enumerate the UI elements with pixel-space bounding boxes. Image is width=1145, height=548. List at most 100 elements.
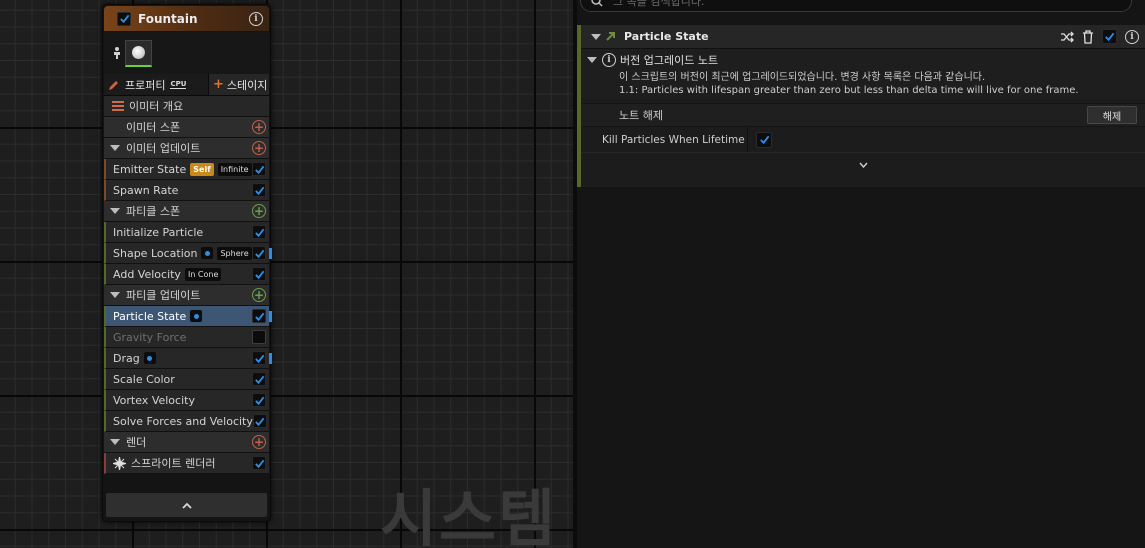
module-enabled-checkbox[interactable] [252,372,266,386]
module-enabled-checkbox[interactable] [252,330,266,344]
shuffle-icon[interactable] [1060,31,1074,43]
kill-particles-row: Kill Particles When Lifetime [581,127,1145,153]
node-header[interactable]: Fountain i [104,6,269,31]
collapse-node-button[interactable] [106,493,267,517]
module-label: Scale Color [113,372,175,386]
module-enabled-checkbox[interactable] [252,225,266,239]
module-gravity-force[interactable]: Gravity Force [104,327,269,348]
info-icon[interactable]: i [1125,29,1139,44]
add-emitter-update-icon[interactable]: + [252,141,266,155]
module-initialize-particle[interactable]: Initialize Particle [104,222,269,243]
search-placeholder: 그 속을 검색합니다. [613,0,705,8]
dismiss-button[interactable]: 해제 [1087,106,1137,124]
kill-particles-checkbox[interactable] [756,131,772,148]
particle-spawn-section[interactable]: 파티클 스폰 + [104,201,269,222]
trash-icon[interactable] [1082,29,1094,44]
modified-marker [269,311,272,322]
module-enabled-checkbox[interactable] [252,393,266,407]
module-label: Vortex Velocity [113,393,195,407]
add-renderer-icon[interactable]: + [252,435,266,449]
person-icon [114,47,120,59]
details-panel: 그 속을 검색합니다. Particle State i i 버전 업그레이드 … [577,0,1145,548]
module-enabled-checkbox[interactable] [252,267,266,281]
add-particle-spawn-icon[interactable]: + [252,204,266,218]
module-enabled-checkbox[interactable] [252,162,266,176]
module-enabled-checkbox[interactable] [1102,29,1117,44]
chevron-up-icon [181,502,192,509]
render-label: 렌더 [126,436,147,449]
dot-icon [143,352,156,364]
emitter-spawn-section[interactable]: 이미터 스폰 + [104,117,269,138]
collapse-triangle-icon[interactable] [110,208,120,214]
module-enabled-checkbox[interactable] [252,351,266,365]
collapse-triangle-icon[interactable] [591,33,601,40]
shape-badge: Sphere [217,246,252,260]
module-drag[interactable]: Drag [104,348,272,369]
module-particle-state[interactable]: Particle State [104,306,272,327]
tab-stage[interactable]: + 스테이지 [208,74,269,95]
module-scale-color[interactable]: Scale Color [104,369,269,390]
module-shape-location[interactable]: Shape Location Sphere [104,243,272,264]
upgrade-notes-title: 버전 업그레이드 노트 [620,54,719,67]
particle-update-label: 파티클 업데이트 [126,289,201,302]
module-enabled-checkbox[interactable] [252,246,266,260]
module-enabled-checkbox[interactable] [252,456,266,470]
module-label: Emitter State [113,162,187,176]
kill-particles-label: Kill Particles When Lifetime [581,127,748,152]
info-icon: i [602,53,616,67]
module-label: Particle State [113,309,187,323]
emitter-update-section[interactable]: 이미터 업데이트 + [104,138,269,159]
emitter-summary-label: 이미터 개요 [129,100,184,113]
modified-marker [269,248,272,259]
arrow-icon [606,32,615,41]
emitter-spawn-label: 이미터 스폰 [126,121,181,134]
particle-spawn-label: 파티클 스폰 [126,205,181,218]
module-label: Drag [113,351,140,365]
list-icon [112,101,124,111]
emitter-summary-row[interactable]: 이미터 개요 [104,96,269,117]
particle-state-header[interactable]: Particle State i [581,25,1145,49]
emitter-node[interactable]: Fountain i 프로퍼티 CPU + 스테이지 이미터 개요 이미터 스폰… [102,4,272,522]
module-emitter-state[interactable]: Emitter State Self Infinite [104,159,269,180]
info-icon[interactable]: i [249,11,263,26]
module-sprite-renderer[interactable]: 스프라이트 렌더러 [104,453,269,474]
collapse-triangle-icon[interactable] [110,292,120,298]
render-section[interactable]: 렌더 + [104,432,269,453]
node-tabbar: 프로퍼티 CPU + 스테이지 [104,74,269,96]
system-watermark: 시스템 [380,482,558,548]
module-label: Initialize Particle [113,225,204,239]
module-enabled-checkbox[interactable] [252,309,266,323]
self-badge: Self [190,162,214,176]
module-spawn-rate[interactable]: Spawn Rate [104,180,269,201]
add-particle-update-icon[interactable]: + [252,288,266,302]
module-enabled-checkbox[interactable] [252,183,266,197]
add-emitter-spawn-icon[interactable]: + [252,120,266,134]
search-input[interactable]: 그 속을 검색합니다. [580,0,1132,12]
module-add-velocity[interactable]: Add Velocity In Cone [104,264,269,285]
module-vortex-velocity[interactable]: Vortex Velocity [104,390,269,411]
module-label: Spawn Rate [113,183,179,197]
sprite-burst-icon [113,456,126,470]
upgrade-notes-line-1: 이 스크립트의 버전이 최근에 업그레이드되었습니다. 변경 사항 목록은 다음… [581,71,1145,84]
graph-canvas[interactable]: 시스템 Fountain i 프로퍼티 CPU + 스테이지 이미터 개요 이미… [0,0,573,548]
node-title: Fountain [138,11,198,26]
thumbnail-row [104,32,269,74]
tab-properties-label: 프로퍼티 [125,78,166,92]
particle-update-section[interactable]: 파티클 업데이트 + [104,285,269,306]
pencil-icon [109,80,118,90]
module-label: Solve Forces and Velocity [113,414,253,428]
collapse-triangle-icon[interactable] [110,145,120,151]
emitter-thumbnail[interactable] [125,39,152,67]
upgrade-notes-line-2: 1.1: Particles with lifespan greater tha… [581,84,1145,97]
module-solve-forces[interactable]: Solve Forces and Velocity [104,411,269,432]
collapse-triangle-icon[interactable] [110,439,120,445]
chevron-down-icon [858,162,868,168]
emitter-enabled-checkbox[interactable] [117,11,131,26]
tab-properties[interactable]: 프로퍼티 CPU [104,74,208,95]
cpu-badge: CPU [170,80,187,89]
dismiss-notes-label: 노트 해제 [619,109,663,122]
collapse-triangle-icon[interactable] [587,57,597,63]
module-enabled-checkbox[interactable] [252,414,267,428]
show-advanced-button[interactable] [581,153,1145,177]
upgrade-notes-header[interactable]: i 버전 업그레이드 노트 [581,49,1145,71]
